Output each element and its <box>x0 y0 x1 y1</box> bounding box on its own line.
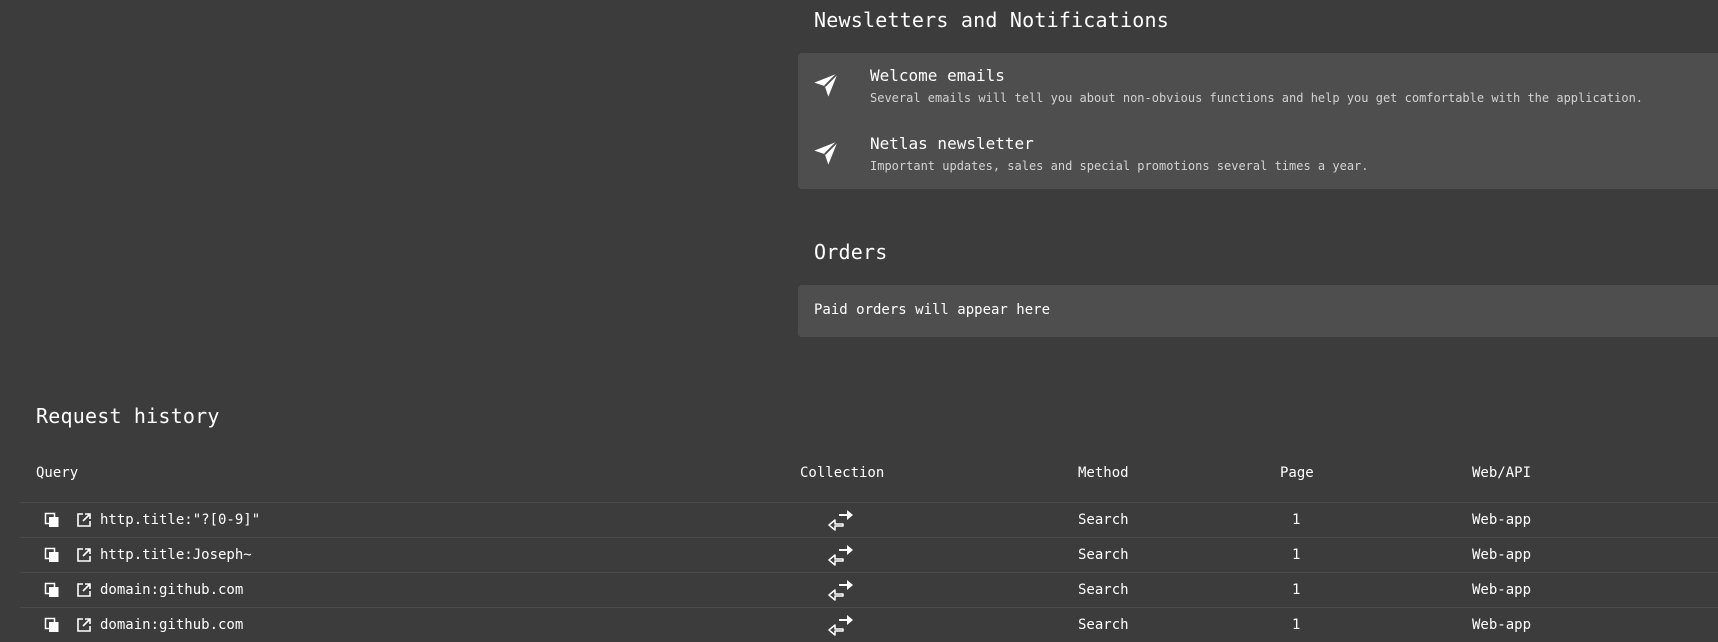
method-value: Search <box>1078 582 1129 598</box>
method-value: Search <box>1078 512 1129 528</box>
table-row: domain:github.com Search 1 Web-app <box>20 607 1718 642</box>
newsletter-name: Welcome emails <box>870 66 1005 85</box>
newsletter-description: Several emails will tell you about non-o… <box>870 91 1644 105</box>
orders-panel: Paid orders will appear here <box>798 285 1718 337</box>
source-value: Web-app <box>1472 547 1532 563</box>
query-text[interactable]: domain:github.com <box>100 617 243 633</box>
copy-icon[interactable] <box>44 547 60 563</box>
column-header-query: Query <box>36 465 79 481</box>
source-value: Web-app <box>1472 617 1532 633</box>
page-value: 1 <box>1292 617 1301 633</box>
query-text[interactable]: domain:github.com <box>100 582 243 598</box>
exchange-arrows-icon <box>828 545 853 566</box>
request-history-title: Request history <box>36 404 220 428</box>
page-value: 1 <box>1292 582 1301 598</box>
newsletter-welcome-emails[interactable]: Welcome emails Several emails will tell … <box>798 53 1718 115</box>
method-value: Search <box>1078 547 1129 563</box>
method-value: Search <box>1078 617 1129 633</box>
query-text[interactable]: http.title:"?[0-9]" <box>100 512 260 528</box>
query-text[interactable]: http.title:Joseph~ <box>100 547 252 563</box>
column-header-source: Web/API <box>1472 465 1532 481</box>
table-row: domain:github.com Search 1 Web-app <box>20 572 1718 607</box>
paper-plane-icon <box>814 140 839 165</box>
copy-icon[interactable] <box>44 582 60 598</box>
exchange-arrows-icon <box>828 510 853 531</box>
newsletters-title: Newsletters and Notifications <box>814 8 1169 32</box>
exchange-arrows-icon <box>828 580 853 601</box>
newsletter-description: Important updates, sales and special pro… <box>870 159 1369 173</box>
newsletters-panel: Welcome emails Several emails will tell … <box>798 53 1718 189</box>
paper-plane-icon <box>814 72 839 97</box>
page-value: 1 <box>1292 547 1301 563</box>
source-value: Web-app <box>1472 582 1532 598</box>
open-external-icon[interactable] <box>76 512 92 528</box>
exchange-arrows-icon <box>828 615 853 636</box>
orders-empty-message: Paid orders will appear here <box>814 302 1051 318</box>
open-external-icon[interactable] <box>76 582 92 598</box>
column-header-page: Page <box>1280 465 1314 481</box>
page-value: 1 <box>1292 512 1301 528</box>
table-row: http.title:"?[0-9]" Search 1 Web-app <box>20 502 1718 537</box>
source-value: Web-app <box>1472 512 1532 528</box>
orders-title: Orders <box>814 240 888 264</box>
newsletter-netlas-newsletter[interactable]: Netlas newsletter Important updates, sal… <box>798 121 1718 183</box>
copy-icon[interactable] <box>44 512 60 528</box>
open-external-icon[interactable] <box>76 617 92 633</box>
copy-icon[interactable] <box>44 617 60 633</box>
newsletter-name: Netlas newsletter <box>870 134 1034 153</box>
open-external-icon[interactable] <box>76 547 92 563</box>
table-row: http.title:Joseph~ Search 1 Web-app <box>20 537 1718 572</box>
column-header-method: Method <box>1078 465 1129 481</box>
column-header-collection: Collection <box>800 465 885 481</box>
